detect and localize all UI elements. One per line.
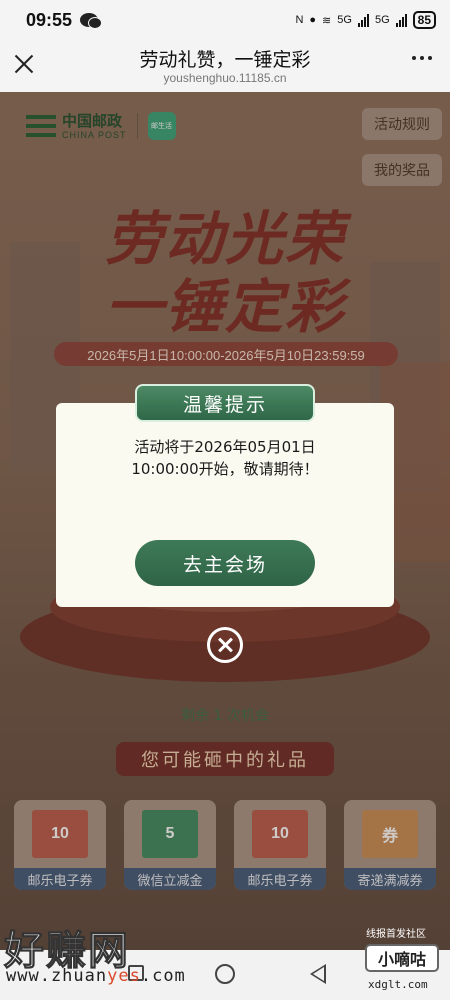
battery-icon: 85 xyxy=(412,11,436,29)
network-type-2: 5G xyxy=(374,14,390,26)
modal-message: 活动将于2026年05月01日 10:00:00开始，敬请期待！ xyxy=(58,436,392,480)
location-icon: ● xyxy=(309,14,317,26)
page-url: youshenghuo.11185.cn xyxy=(163,71,287,85)
back-icon[interactable] xyxy=(310,964,326,984)
modal-message-line1: 活动将于2026年05月01日 xyxy=(134,438,316,456)
wechat-notification-icon xyxy=(80,13,103,29)
watermark-url: www.zhuanyes.com xyxy=(6,966,186,986)
modal-message-line2: 10:00:00开始，敬请期待！ xyxy=(131,460,319,478)
signal-icon-2 xyxy=(395,13,407,27)
close-modal-icon[interactable] xyxy=(207,627,243,663)
signal-icon-1 xyxy=(357,13,369,27)
network-type-1: 5G xyxy=(337,14,352,26)
watermark-xdg-url: xdglt.com xyxy=(368,978,428,991)
nfc-icon: N xyxy=(295,14,304,26)
watermark-community: 线报首发社区 xyxy=(366,929,426,940)
clock: 09:55 xyxy=(26,9,73,30)
modal-title: 温馨提示 xyxy=(135,384,315,422)
more-options-icon[interactable] xyxy=(412,56,432,60)
status-icons: N ● ≋ 5G 5G 85 xyxy=(295,11,436,29)
home-icon[interactable] xyxy=(215,964,235,984)
wifi-icon: ≋ xyxy=(322,14,332,27)
status-bar: 09:55 N ● ≋ 5G 5G 85 xyxy=(0,0,450,40)
go-main-venue-button[interactable]: 去主会场 xyxy=(135,540,315,586)
watermark-xdg-logo: 小嘀咕 xyxy=(365,944,439,972)
browser-title-bar: 劳动礼赞，一锤定彩 youshenghuo.11185.cn xyxy=(0,40,450,92)
page-title: 劳动礼赞，一锤定彩 xyxy=(139,49,311,71)
